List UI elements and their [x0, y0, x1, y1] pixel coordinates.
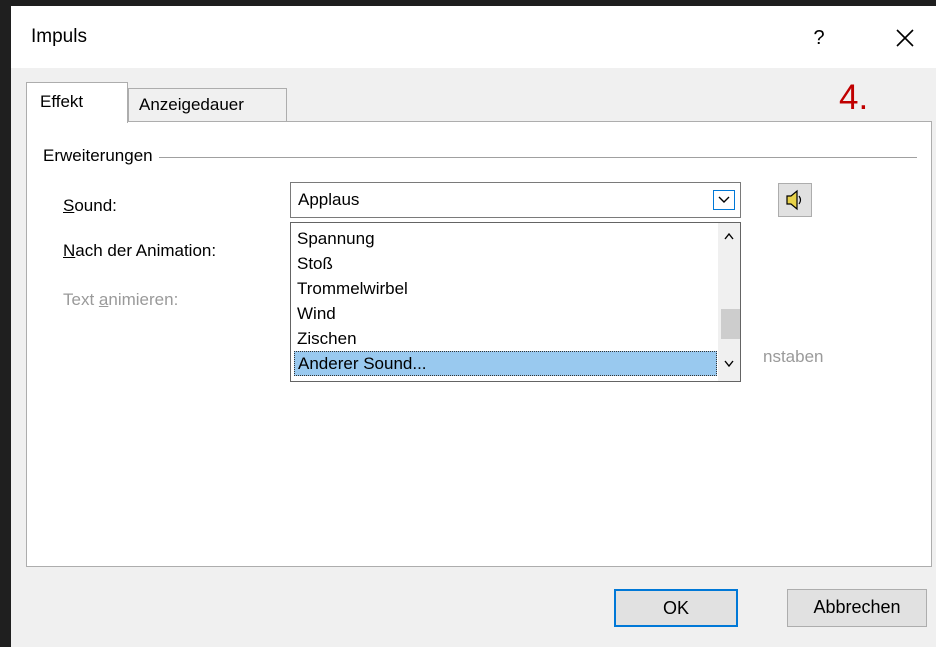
scroll-down-button[interactable] — [718, 350, 740, 378]
sound-combobox[interactable]: Applaus — [290, 182, 741, 218]
animate-text-label: Text animieren: — [63, 290, 179, 309]
close-icon — [896, 29, 914, 47]
group-divider — [43, 157, 917, 158]
dropdown-item[interactable]: Wind — [294, 301, 717, 326]
chevron-up-icon — [724, 233, 734, 240]
dropdown-item[interactable]: Spannung — [294, 226, 717, 251]
ok-button[interactable]: OK — [614, 589, 738, 627]
step-annotation: 4. — [839, 78, 869, 117]
sound-value: Applaus — [298, 190, 360, 209]
dropdown-item[interactable]: Trommelwirbel — [294, 276, 717, 301]
dialog-impuls: Impuls ? Effekt Anzeigedauer 4. Erweiter… — [11, 6, 936, 647]
close-button[interactable] — [881, 18, 929, 58]
dropdown-scrollbar[interactable] — [718, 223, 740, 381]
dropdown-item[interactable]: Zischen — [294, 326, 717, 351]
speaker-icon — [786, 189, 802, 211]
dialog-title: Impuls — [31, 26, 87, 47]
after-animation-label: Nach der Animation: — [63, 241, 217, 260]
dropdown-item-selected[interactable]: Anderer Sound... — [294, 351, 717, 376]
chevron-down-icon — [718, 196, 730, 203]
tab-anzeigedauer[interactable]: Anzeigedauer — [128, 88, 287, 122]
tab-label: Effekt — [40, 92, 84, 111]
partial-option-text: nstaben — [763, 347, 824, 366]
title-bar: Impuls ? — [11, 6, 936, 68]
sound-label: Sound: — [63, 196, 117, 215]
group-label: Erweiterungen — [43, 146, 159, 166]
scroll-thumb[interactable] — [721, 309, 740, 339]
help-button[interactable]: ? — [799, 18, 839, 58]
scroll-up-button[interactable] — [718, 223, 740, 251]
dropdown-item[interactable]: Stoß — [294, 251, 717, 276]
background-strip-left — [0, 0, 11, 647]
tab-label: Anzeigedauer — [139, 95, 244, 114]
chevron-down-icon — [724, 360, 734, 367]
sound-dropdown-list[interactable]: Spannung Stoß Trommelwirbel Wind Zischen… — [290, 222, 741, 382]
play-sound-button[interactable] — [778, 183, 812, 217]
tab-effekt[interactable]: Effekt — [26, 82, 128, 123]
cancel-button[interactable]: Abbrechen — [787, 589, 927, 627]
tab-panel: Erweiterungen Sound: Nach der Animation:… — [26, 121, 932, 567]
sound-dropdown-toggle[interactable] — [713, 190, 735, 210]
